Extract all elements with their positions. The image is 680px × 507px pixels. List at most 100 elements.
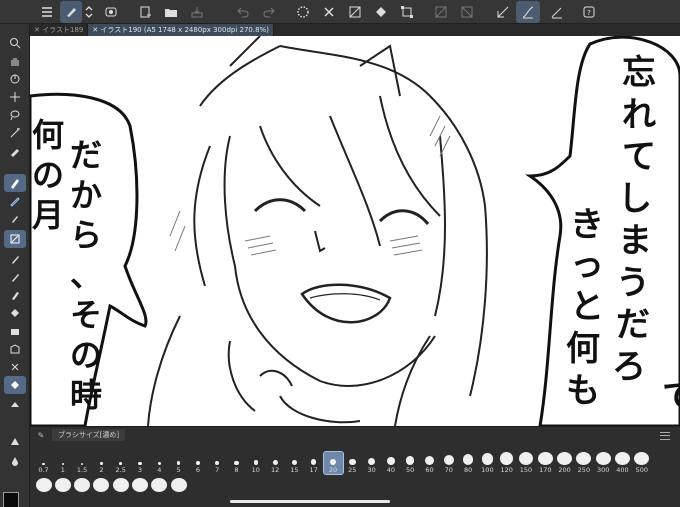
- shape-icon[interactable]: [456, 1, 478, 23]
- vector-brush-icon[interactable]: [546, 1, 568, 23]
- brush-size-option[interactable]: 17: [304, 452, 323, 474]
- brush-size-option[interactable]: 5: [169, 452, 188, 474]
- brush-size-option[interactable]: 100: [478, 452, 497, 474]
- transform-icon[interactable]: [396, 1, 418, 23]
- redo-icon[interactable]: [258, 1, 280, 23]
- brush-size-option[interactable]: [111, 476, 130, 498]
- camera-record-icon[interactable]: [100, 1, 122, 23]
- brush-size-option[interactable]: [131, 476, 150, 498]
- blend-icon[interactable]: [4, 286, 26, 304]
- brush-size-option[interactable]: 0.7: [34, 452, 53, 474]
- move-layer-icon[interactable]: [4, 88, 26, 106]
- help-icon[interactable]: ?: [578, 1, 600, 23]
- brush-size-label: 70: [444, 466, 453, 474]
- brush-size-label: 7: [215, 466, 220, 474]
- new-canvas-icon[interactable]: [134, 1, 156, 23]
- panel-menu-icon[interactable]: [660, 432, 670, 440]
- tab-illust-189[interactable]: ✕ イラスト189: [30, 24, 89, 36]
- brush-size-option[interactable]: [169, 476, 188, 498]
- brush-size-option[interactable]: 250: [574, 452, 593, 474]
- drop-icon[interactable]: [4, 452, 26, 470]
- brush-size-option[interactable]: 12: [266, 452, 285, 474]
- open-folder-icon[interactable]: [160, 1, 182, 23]
- brush-size-option[interactable]: [150, 476, 169, 498]
- brush-size-option[interactable]: 15: [285, 452, 304, 474]
- save-icon[interactable]: [186, 1, 208, 23]
- brush-size-option[interactable]: 400: [613, 452, 632, 474]
- brush-size-option[interactable]: 6: [188, 452, 207, 474]
- decoration-icon[interactable]: [4, 250, 26, 268]
- brush-size-option[interactable]: 2: [92, 452, 111, 474]
- brush-size-option[interactable]: 4: [150, 452, 169, 474]
- brush-size-option[interactable]: 500: [632, 452, 651, 474]
- brush-size-option[interactable]: 7: [208, 452, 227, 474]
- brush-size-option[interactable]: 1.5: [73, 452, 92, 474]
- menu-icon[interactable]: [36, 1, 58, 23]
- balloon-char: 何: [32, 116, 64, 154]
- zoom-icon[interactable]: [4, 34, 26, 52]
- brush-size-option[interactable]: 20: [322, 451, 344, 475]
- brush-size-option[interactable]: 150: [517, 452, 536, 474]
- stabilizer-icon[interactable]: [516, 0, 540, 23]
- eraser-icon[interactable]: [4, 268, 26, 286]
- brush-size-option[interactable]: 60: [420, 452, 439, 474]
- delete-icon[interactable]: [318, 1, 340, 23]
- brush-size-option[interactable]: [34, 476, 53, 498]
- brush-size-option[interactable]: 10: [246, 452, 265, 474]
- rotate-icon[interactable]: [4, 70, 26, 88]
- brush-size-preview: [176, 461, 181, 465]
- drawing-canvas[interactable]: 忘 れ て し ま う だ ろ き っ と 何 も て だ か ら 、 そ の …: [30, 36, 680, 426]
- frame-icon[interactable]: [4, 358, 26, 376]
- brush-size-preview: [291, 459, 298, 465]
- brush-size-label: 25: [348, 466, 357, 474]
- brush-size-option[interactable]: 200: [555, 452, 574, 474]
- brush-size-option[interactable]: 40: [381, 452, 400, 474]
- loading-spinner-icon[interactable]: [292, 1, 314, 23]
- eyedropper-icon[interactable]: [4, 142, 26, 160]
- fill-icon[interactable]: [4, 304, 26, 322]
- hand-icon[interactable]: [4, 52, 26, 70]
- pencil-icon[interactable]: [4, 192, 26, 210]
- balloon-icon[interactable]: [4, 432, 26, 450]
- brush-icon[interactable]: [4, 210, 26, 228]
- brush-size-option[interactable]: 2.5: [111, 452, 130, 474]
- pen-icon: ✎: [37, 430, 45, 440]
- main-color-swatch[interactable]: [3, 492, 19, 507]
- brush-size-option[interactable]: 170: [536, 452, 555, 474]
- brush-size-option[interactable]: 120: [497, 452, 516, 474]
- figure-icon[interactable]: [4, 340, 26, 358]
- magic-wand-icon[interactable]: [4, 124, 26, 142]
- brush-size-option[interactable]: 50: [401, 452, 420, 474]
- airbrush-icon[interactable]: [4, 230, 26, 248]
- ruler-icon[interactable]: [4, 376, 26, 394]
- pen-icon[interactable]: [4, 174, 26, 192]
- brush-size-option[interactable]: 30: [362, 452, 381, 474]
- brush-size-option[interactable]: 80: [459, 452, 478, 474]
- text-icon[interactable]: [4, 396, 26, 414]
- brush-size-option[interactable]: 25: [343, 452, 362, 474]
- pattern-icon[interactable]: [430, 1, 452, 23]
- brush-size-option[interactable]: 70: [439, 452, 458, 474]
- brush-size-preview: [634, 452, 650, 465]
- brush-size-option[interactable]: 300: [594, 452, 613, 474]
- canvas-scrollbar[interactable]: [673, 36, 678, 426]
- brush-settings-icon[interactable]: [60, 0, 82, 23]
- brush-size-label: 250: [577, 466, 591, 474]
- brush-size-preview: [253, 460, 259, 465]
- fill-icon[interactable]: [370, 1, 392, 23]
- brush-size-option[interactable]: 8: [227, 452, 246, 474]
- brush-size-option[interactable]: [53, 476, 72, 498]
- brush-size-option[interactable]: [73, 476, 92, 498]
- brush-size-tab[interactable]: ブラシサイズ[濃め]: [52, 429, 126, 441]
- brush-size-option[interactable]: 1: [53, 452, 72, 474]
- brush-size-option[interactable]: [92, 476, 111, 498]
- lasso-icon[interactable]: [4, 106, 26, 124]
- correct-line-icon[interactable]: [492, 1, 514, 23]
- brush-size-preview: [518, 452, 534, 465]
- undo-icon[interactable]: [232, 1, 254, 23]
- tab-illust-190[interactable]: ✕ イラスト190 (A5 1748 x 2480px 300dpi 270.8…: [88, 24, 274, 36]
- chevron-updown-icon[interactable]: [82, 1, 96, 23]
- gradient-icon[interactable]: [4, 322, 26, 340]
- brush-size-option[interactable]: 3: [131, 452, 150, 474]
- clear-layer-icon[interactable]: [344, 1, 366, 23]
